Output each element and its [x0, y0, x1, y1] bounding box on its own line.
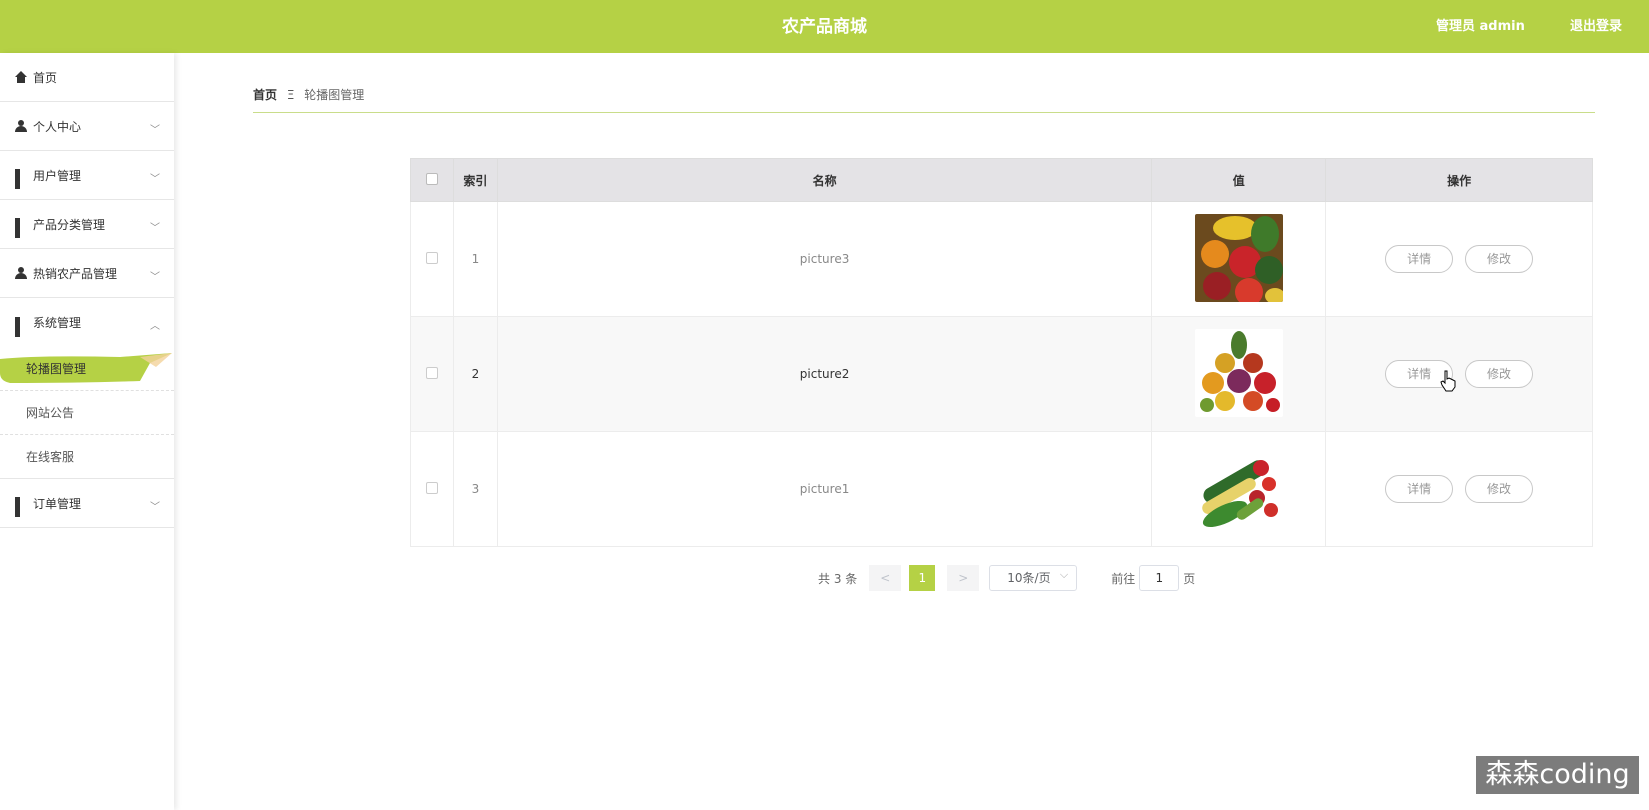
select-all-cell	[410, 158, 454, 202]
row-name: picture3	[496, 201, 1153, 317]
grid-icon	[15, 218, 27, 238]
breadcrumb-home[interactable]: 首页	[253, 88, 277, 102]
column-header-action: 操作	[1325, 158, 1593, 202]
sidebar-item-category-management[interactable]: 产品分类管理 ﹀	[0, 200, 174, 249]
row-index: 2	[452, 316, 498, 432]
breadcrumb: 首页 Ξ 轮播图管理	[253, 86, 364, 103]
sidebar: 首页 个人中心 ﹀ 用户管理 ﹀ 产品分类管理 ﹀ 热销农产品管理 ﹀ 系统管理…	[0, 53, 174, 810]
vegetables-fruits-image	[1194, 328, 1283, 417]
sidebar-subitem-online-service[interactable]: 在线客服	[0, 435, 174, 479]
breadcrumb-current: 轮播图管理	[304, 88, 365, 102]
chevron-up-icon: ︿	[150, 321, 160, 332]
select-all-checkbox[interactable]	[425, 172, 438, 185]
row-name: picture2	[496, 316, 1153, 432]
column-header-index: 索引	[452, 158, 498, 202]
edit-button[interactable]: 修改	[1464, 475, 1533, 503]
pagination-total: 共 3 条	[818, 571, 858, 586]
grid-icon	[15, 169, 27, 189]
pagination: 共 3 条 < 1 > 10条/页 前往 1 页	[818, 563, 1196, 591]
sidebar-subitem-label: 网站公告	[26, 406, 75, 420]
table-row: 3 picture1 详情 修改	[410, 431, 1593, 547]
breadcrumb-divider	[253, 112, 1595, 113]
logout-button[interactable]: 退出登录	[1570, 0, 1622, 54]
carousel-table: 索引 名称 值 操作 1 picture3 详情 修改 2 picture2 详…	[410, 158, 1593, 547]
sidebar-item-label: 用户管理	[33, 168, 82, 183]
chevron-down-icon: ﹀	[150, 272, 160, 283]
detail-button[interactable]: 详情	[1385, 475, 1454, 503]
sidebar-subitem-announcement[interactable]: 网站公告	[0, 391, 174, 435]
table-header-row: 索引 名称 值 操作	[410, 158, 1593, 202]
app-title: 农产品商城	[782, 17, 867, 37]
chevron-down-icon: ﹀	[150, 502, 160, 513]
sidebar-item-label: 产品分类管理	[33, 217, 106, 232]
sidebar-item-label: 热销农产品管理	[33, 266, 118, 281]
detail-button[interactable]: 详情	[1385, 245, 1454, 273]
page-size-select[interactable]: 10条/页	[989, 563, 1078, 591]
column-header-name: 名称	[496, 158, 1153, 202]
row-checkbox[interactable]	[425, 481, 438, 494]
row-checkbox[interactable]	[425, 366, 438, 379]
prev-page-button[interactable]: <	[869, 565, 902, 591]
chevron-down-icon: ﹀	[150, 223, 160, 234]
goto-suffix: 页	[1183, 571, 1196, 586]
sidebar-item-label: 系统管理	[33, 316, 82, 330]
person-icon	[15, 267, 27, 279]
goto-prefix: 前往	[1111, 571, 1136, 586]
table-row: 1 picture3 详情 修改	[410, 201, 1593, 317]
sidebar-item-label: 个人中心	[33, 119, 82, 134]
hand-cursor-icon	[1440, 370, 1456, 392]
sidebar-item-user-management[interactable]: 用户管理 ﹀	[0, 151, 174, 200]
chevron-down-icon: ﹀	[150, 174, 160, 185]
vegetables-fruits-image	[1194, 443, 1283, 532]
page-number-current[interactable]: 1	[909, 565, 936, 591]
watermark: 森森coding	[1476, 756, 1639, 794]
sidebar-item-system-management[interactable]: 系统管理 ︿	[0, 298, 174, 347]
top-bar: 农产品商城 管理员 admin 退出登录	[0, 0, 1649, 53]
row-index: 3	[452, 431, 498, 547]
row-index: 1	[452, 201, 498, 317]
home-icon	[15, 71, 27, 83]
sidebar-subitem-label: 在线客服	[26, 450, 75, 464]
row-name: picture1	[496, 431, 1153, 547]
table-row: 2 picture2 详情 修改	[410, 316, 1593, 432]
sidebar-item-hot-products[interactable]: 热销农产品管理 ﹀	[0, 249, 174, 298]
chevron-down-icon: ﹀	[150, 125, 160, 136]
edit-button[interactable]: 修改	[1464, 245, 1533, 273]
sidebar-item-label: 首页	[33, 70, 58, 85]
goto-page-input[interactable]: 1	[1139, 565, 1180, 591]
current-user: 管理员 admin	[1436, 19, 1525, 34]
sidebar-subitem-label: 轮播图管理	[26, 362, 87, 376]
person-icon	[15, 120, 27, 132]
next-page-button[interactable]: >	[947, 565, 980, 591]
sidebar-item-order-management[interactable]: 订单管理 ﹀	[0, 479, 174, 528]
sidebar-item-label: 订单管理	[33, 496, 82, 511]
row-checkbox[interactable]	[425, 251, 438, 264]
sidebar-item-personal-center[interactable]: 个人中心 ﹀	[0, 102, 174, 151]
column-header-value: 值	[1151, 158, 1327, 202]
breadcrumb-separator: Ξ	[286, 88, 295, 102]
grid-icon	[15, 497, 27, 517]
sidebar-item-home[interactable]: 首页	[0, 53, 174, 102]
vegetables-fruits-image	[1194, 213, 1283, 302]
grid-icon	[15, 316, 27, 337]
sidebar-subitem-carousel[interactable]: 轮播图管理	[0, 347, 174, 391]
edit-button[interactable]: 修改	[1464, 360, 1533, 388]
